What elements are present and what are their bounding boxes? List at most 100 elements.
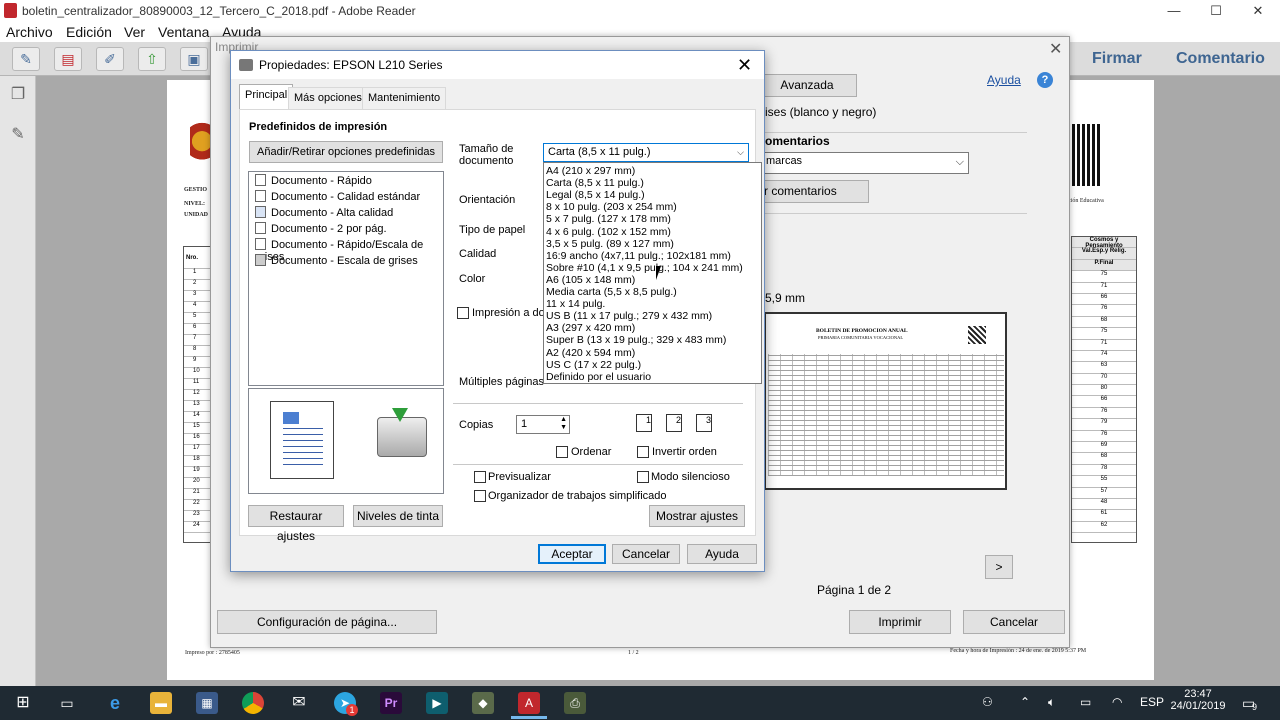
duplex-checkbox[interactable] xyxy=(457,307,469,319)
printer-app-icon[interactable]: ⎙ xyxy=(564,692,586,714)
volume-icon[interactable]: 🔈︎ xyxy=(1048,695,1055,710)
attachment-icon[interactable]: ✎ xyxy=(8,124,28,146)
preset-item[interactable]: Documento - 2 por pág. xyxy=(255,222,387,238)
stepper-arrows-icon[interactable]: ▲ ▼ xyxy=(560,416,567,432)
paper-size-option[interactable]: Legal (8,5 x 14 pulg.) xyxy=(546,189,645,201)
app-icon[interactable]: ◆ xyxy=(472,692,494,714)
help-link[interactable]: Ayuda xyxy=(987,73,1021,87)
comments-button[interactable]: r comentarios xyxy=(761,180,869,203)
table-row: 8 xyxy=(184,346,212,357)
paper-size-option[interactable]: Definido por el usuario xyxy=(546,371,651,383)
reverse-order-checkbox[interactable] xyxy=(637,446,649,458)
paper-size-option[interactable]: A6 (105 x 148 mm) xyxy=(546,274,635,286)
adobe-reader-icon[interactable]: A xyxy=(518,692,540,714)
upload-icon[interactable]: ⇧ xyxy=(138,47,166,71)
next-page-button[interactable]: > xyxy=(985,555,1013,579)
file-explorer-icon[interactable]: ▬ xyxy=(150,692,172,714)
edit-icon[interactable]: ✐ xyxy=(96,47,124,71)
comment-tab[interactable]: Comentario xyxy=(1176,50,1265,68)
open-icon[interactable]: ✎ xyxy=(12,47,40,71)
menu-ver[interactable]: Ver xyxy=(124,24,145,40)
print-button[interactable]: Imprimir xyxy=(849,610,951,634)
quality-label: Calidad xyxy=(459,248,497,260)
quiet-mode-checkbox[interactable] xyxy=(637,471,649,483)
preset-item[interactable]: Documento - Rápido xyxy=(255,174,372,190)
paper-size-option[interactable]: A4 (210 x 297 mm) xyxy=(546,165,635,177)
tab-mas-opciones[interactable]: Más opciones xyxy=(288,87,368,109)
properties-close-button[interactable]: ✕ xyxy=(737,55,752,76)
paper-size-option[interactable]: 5 x 7 pulg. (127 x 178 mm) xyxy=(546,213,671,225)
sign-tab[interactable]: Firmar xyxy=(1092,50,1142,68)
paper-size-option[interactable]: 16:9 ancho (4x7,11 pulg.; 102x181 mm) xyxy=(546,250,731,262)
preset-item[interactable]: Documento - Escala de grises xyxy=(255,254,418,270)
mail-icon[interactable]: ✉ xyxy=(288,692,310,714)
language-indicator[interactable]: ESP xyxy=(1140,695,1164,709)
paper-size-option[interactable]: US B (11 x 17 pulg.; 279 x 432 mm) xyxy=(546,310,712,322)
camtasia-icon[interactable]: ▶ xyxy=(426,692,448,714)
table-row: 17 xyxy=(184,445,212,456)
collate-label: Ordenar xyxy=(571,446,612,458)
menu-ventana[interactable]: Ventana xyxy=(158,24,209,40)
menu-edicion[interactable]: Edición xyxy=(66,24,112,40)
task-view-icon[interactable]: ▭ xyxy=(56,692,78,714)
document-size-label: Tamaño de documento xyxy=(459,143,514,167)
cancel-button[interactable]: Cancelar xyxy=(612,544,680,564)
comments-select[interactable]: marcas ⌵ xyxy=(761,152,969,174)
paper-size-option[interactable]: Sobre #10 (4,1 x 9,5 pulg.; 104 x 241 mm… xyxy=(546,262,743,274)
tab-principal[interactable]: Principal xyxy=(239,84,294,110)
paper-size-option[interactable]: 8 x 10 pulg. (203 x 254 mm) xyxy=(546,201,677,213)
paper-size-option[interactable]: 3,5 x 5 pulg. (89 x 127 mm) xyxy=(546,238,674,250)
paper-size-option[interactable]: A3 (297 x 420 mm) xyxy=(546,322,635,334)
preset-item[interactable]: Documento - Rápido/Escala de grises xyxy=(255,238,443,263)
battery-icon[interactable]: ▭ xyxy=(1080,695,1091,709)
document-size-select[interactable]: Carta (8,5 x 11 pulg.) ⌵ xyxy=(543,143,749,162)
paper-size-option[interactable]: Media carta (5,5 x 8,5 pulg.) xyxy=(546,286,677,298)
help-icon[interactable]: ? xyxy=(1037,72,1053,88)
edge-icon[interactable]: e xyxy=(104,692,126,714)
premiere-icon[interactable]: Pr xyxy=(380,692,402,714)
telegram-badge: 1 xyxy=(346,704,358,716)
paper-size-option[interactable]: Super B (13 x 19 pulg.; 329 x 483 mm) xyxy=(546,334,726,346)
job-arranger-checkbox[interactable] xyxy=(474,490,486,502)
preset-label: Documento - Calidad estándar xyxy=(271,191,421,203)
show-settings-button[interactable]: Mostrar ajustes xyxy=(649,505,745,527)
create-pdf-icon[interactable]: ▤ xyxy=(54,47,82,71)
tab-mantenimiento[interactable]: Mantenimiento xyxy=(362,87,447,109)
minimize-button[interactable]: — xyxy=(1154,2,1194,20)
page-setup-button[interactable]: Configuración de página... xyxy=(217,610,437,634)
store-icon[interactable]: ▦ xyxy=(196,692,218,714)
chrome-icon[interactable] xyxy=(242,692,264,714)
paper-size-option[interactable]: 11 x 14 pulg. xyxy=(546,298,605,310)
cancel-print-button[interactable]: Cancelar xyxy=(963,610,1065,634)
copies-stepper[interactable]: 1 ▲ ▼ xyxy=(516,415,570,434)
paper-size-option[interactable]: Carta (8,5 x 11 pulg.) xyxy=(546,177,644,189)
restore-defaults-button[interactable]: Restaurar ajustes xyxy=(248,505,344,543)
advanced-button[interactable]: Avanzada xyxy=(757,74,857,97)
print-dialog-close-button[interactable]: ✕ xyxy=(1049,39,1062,59)
help-button[interactable]: Ayuda xyxy=(687,544,757,564)
preset-item[interactable]: Documento - Calidad estándar xyxy=(255,190,420,206)
save-icon[interactable]: ▣ xyxy=(180,47,208,71)
properties-title-bar: Propiedades: EPSON L210 Series ✕ xyxy=(231,51,764,79)
paper-size-option[interactable]: A2 (420 x 594 mm) xyxy=(546,347,635,359)
preview-checkbox[interactable] xyxy=(474,471,486,483)
collate-checkbox[interactable] xyxy=(556,446,568,458)
preset-item[interactable]: Documento - Alta calidad xyxy=(255,206,393,222)
ink-levels-button[interactable]: Niveles de tinta xyxy=(353,505,443,527)
table-row: 1 xyxy=(184,269,212,280)
windows-start-icon[interactable]: ⊞ xyxy=(12,692,34,714)
chevron-up-icon[interactable]: ⌃ xyxy=(1020,695,1030,709)
paper-size-option[interactable]: 4 x 6 pulg. (102 x 152 mm) xyxy=(546,226,671,238)
pages-icon[interactable]: ❐ xyxy=(8,84,28,106)
clock[interactable]: 23:47 24/01/2019 xyxy=(1168,688,1228,712)
maximize-button[interactable]: ☐ xyxy=(1196,2,1236,20)
wifi-icon[interactable]: ◠ xyxy=(1112,695,1122,709)
menu-archivo[interactable]: Archivo xyxy=(6,24,53,40)
clock-time: 23:47 xyxy=(1184,688,1212,700)
paper-size-option[interactable]: US C (17 x 22 pulg.) xyxy=(546,359,641,371)
close-button[interactable]: ✕ xyxy=(1238,2,1278,20)
add-remove-presets-button[interactable]: Añadir/Retirar opciones predefinidas xyxy=(249,141,443,163)
people-icon[interactable]: ⚇ xyxy=(982,695,993,709)
copies-value: 1 xyxy=(521,418,528,430)
ok-button[interactable]: Aceptar xyxy=(538,544,606,564)
